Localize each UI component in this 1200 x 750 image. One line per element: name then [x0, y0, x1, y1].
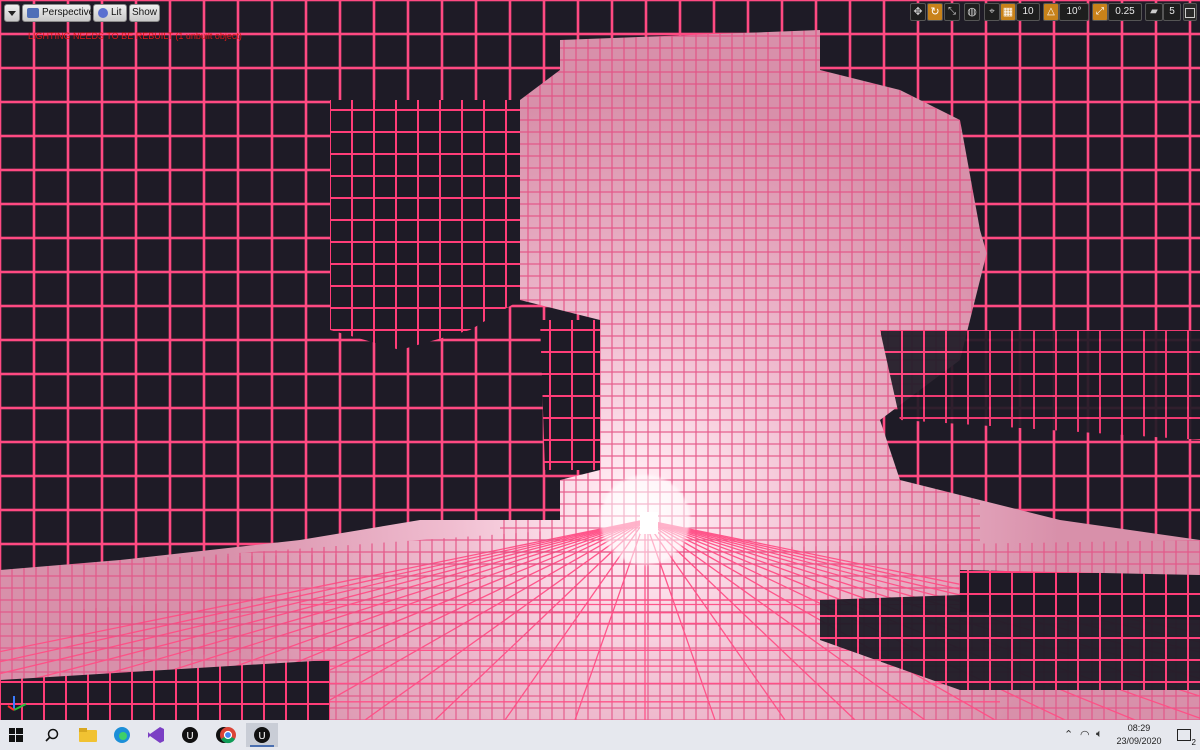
search-button[interactable]	[36, 723, 68, 747]
taskbar-clock[interactable]: 08:29 23/09/2020	[1108, 722, 1170, 748]
windows-taskbar: U U U ⌃ ◠ 🔈︎ 08:29 23/09/2020 2	[0, 720, 1200, 750]
search-icon	[45, 728, 59, 742]
edge-app[interactable]	[106, 723, 138, 747]
rotation-snap-value[interactable]: 10°	[1059, 3, 1089, 21]
unreal-engine-icon: U	[182, 727, 198, 743]
scale-snap-icon: ⤢	[1096, 6, 1104, 17]
show-button[interactable]: Show	[129, 4, 160, 22]
volume-icon[interactable]: 🔈︎	[1096, 728, 1103, 741]
scale-snap-value-text: 0.25	[1115, 6, 1135, 17]
lit-label: Lit	[111, 7, 122, 18]
rotation-snap-toggle[interactable]: △	[1043, 3, 1059, 21]
unreal-engine-icon: U	[254, 727, 270, 743]
scale-snap-toggle[interactable]: ⤢	[1092, 3, 1108, 21]
globe-icon: ◍	[967, 6, 977, 18]
angle-icon: △	[1047, 6, 1055, 17]
action-center-button[interactable]: 2	[1170, 723, 1198, 747]
edge-browser-icon	[114, 727, 130, 743]
show-label: Show	[131, 7, 157, 18]
move-arrows-icon: ✥	[913, 6, 923, 18]
visual-studio-app[interactable]	[140, 723, 172, 747]
svg-text:U: U	[258, 731, 265, 742]
folder-icon	[79, 728, 97, 742]
world-local-toggle[interactable]: ◍	[964, 3, 980, 21]
scale-tool-button[interactable]: ⤡	[944, 3, 960, 21]
neon-voxel-scene[interactable]	[0, 0, 1200, 720]
rotate-tool-button[interactable]: ↻	[927, 3, 943, 21]
camera-icon: ▰	[1150, 6, 1158, 17]
surface-snap-icon: ⌖	[989, 6, 995, 17]
clock-time: 08:29	[1127, 723, 1151, 733]
notification-badge: 2	[1191, 738, 1196, 747]
camera-speed-value[interactable]: 5	[1163, 3, 1181, 21]
file-explorer-app[interactable]	[72, 723, 104, 747]
perspective-label: Perspective	[42, 7, 95, 18]
maximize-viewport-button[interactable]	[1183, 3, 1197, 21]
chrome-icon	[220, 727, 236, 744]
grid-snap-value[interactable]: 10	[1016, 3, 1040, 21]
maximize-icon	[1185, 8, 1195, 18]
chrome-app[interactable]	[212, 723, 244, 747]
rotation-snap-value-text: 10°	[1066, 6, 1082, 17]
lighting-rebuild-warning: LIGHTING NEEDS TO BE REBUILT (1 unbuilt …	[28, 31, 242, 41]
camera-speed-button[interactable]: ▰	[1145, 3, 1163, 21]
unreal-engine-app-1[interactable]: U	[174, 723, 206, 747]
surface-snap-button[interactable]: ⌖	[984, 3, 1000, 21]
scale-icon: ⤡	[948, 6, 956, 17]
chevron-down-icon	[8, 11, 16, 16]
grid-icon: ▦	[1002, 6, 1014, 18]
translate-tool-button[interactable]: ✥	[910, 3, 926, 21]
clock-date: 23/09/2020	[1116, 736, 1162, 746]
visual-studio-icon	[148, 727, 164, 743]
windows-logo-icon	[9, 728, 23, 742]
notification-icon: 2	[1177, 729, 1196, 747]
grid-snap-value-text: 10	[1022, 6, 1034, 17]
lit-view-mode-button[interactable]: Lit	[93, 4, 127, 22]
perspective-button[interactable]: Perspective	[22, 4, 94, 22]
axis-gizmo	[7, 696, 27, 711]
start-button[interactable]	[0, 723, 32, 747]
level-viewport[interactable]: Perspective Lit Show LIGHTING NEEDS TO B…	[0, 0, 1200, 720]
lit-sphere-icon	[98, 8, 108, 18]
network-icon[interactable]: ◠	[1080, 728, 1090, 741]
scale-snap-value[interactable]: 0.25	[1108, 3, 1142, 21]
camera-speed-value-text: 5	[1169, 6, 1175, 17]
svg-text:U: U	[186, 731, 193, 742]
grid-snap-toggle[interactable]: ▦	[1000, 3, 1016, 21]
unreal-engine-app-active[interactable]: U	[246, 723, 278, 747]
show-hidden-icons-chevron-icon[interactable]: ⌃	[1064, 728, 1073, 741]
viewport-options-button[interactable]	[4, 4, 20, 22]
rotate-icon: ↻	[930, 6, 940, 18]
perspective-icon	[27, 8, 39, 18]
